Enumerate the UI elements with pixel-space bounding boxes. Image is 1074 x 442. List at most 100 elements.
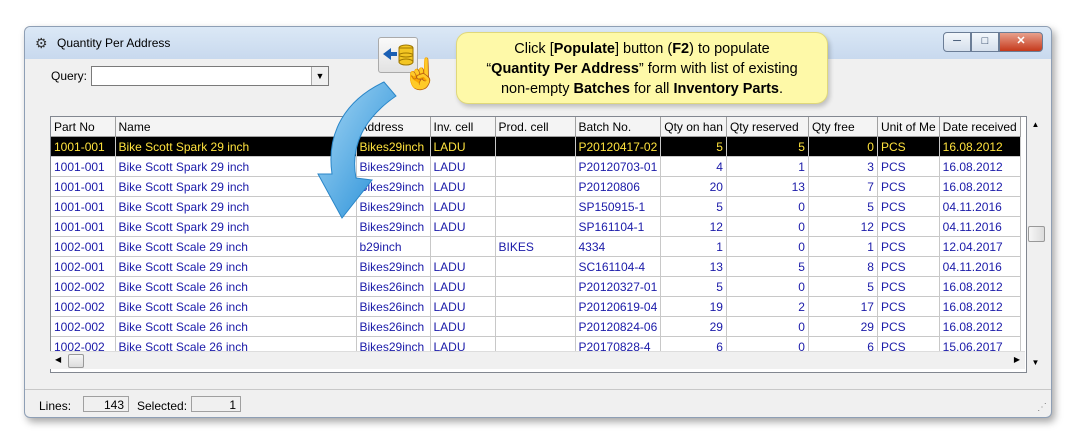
table-cell[interactable]: P20120703-01 <box>575 156 662 177</box>
table-cell[interactable]: Bike Scott Scale 29 inch <box>115 256 357 277</box>
table-cell[interactable]: 04.11.2016 <box>939 256 1021 277</box>
table-cell[interactable]: 29 <box>808 316 878 337</box>
horizontal-scrollbar[interactable]: ◀ ▶ <box>50 351 1025 369</box>
table-row[interactable]: 1002-001 Bike Scott Scale 29 inch Bikes29i… <box>51 256 1021 277</box>
scroll-thumb[interactable] <box>1028 226 1045 242</box>
column-header[interactable]: Unit of Me <box>877 117 940 137</box>
table-cell[interactable]: 16.08.2012 <box>939 296 1021 317</box>
table-cell[interactable]: 04.11.2016 <box>939 216 1021 237</box>
table-row[interactable]: 1002-002 Bike Scott Scale 26 inch Bikes26i… <box>51 316 1021 337</box>
close-button[interactable]: ✕ <box>999 32 1043 52</box>
column-header[interactable]: Inv. cell <box>430 117 496 137</box>
vertical-scrollbar[interactable]: ▲ ▼ <box>1027 116 1045 371</box>
table-cell[interactable]: P20120806 <box>575 176 662 197</box>
table-cell[interactable]: 8 <box>808 256 878 277</box>
table-cell[interactable]: 5 <box>660 196 727 217</box>
table-cell[interactable]: Bikes29inch <box>356 256 431 277</box>
table-cell[interactable]: 0 <box>808 136 878 157</box>
table-cell[interactable] <box>495 216 576 237</box>
table-cell[interactable]: 16.08.2012 <box>939 136 1021 157</box>
table-cell[interactable]: 1002-002 <box>51 276 116 297</box>
table-cell[interactable] <box>430 236 496 257</box>
table-cell[interactable]: 16.08.2012 <box>939 316 1021 337</box>
table-cell[interactable] <box>495 196 576 217</box>
table-cell[interactable] <box>495 176 576 197</box>
table-cell[interactable]: 1001-001 <box>51 176 116 197</box>
table-cell[interactable]: 0 <box>726 316 809 337</box>
table-row[interactable]: 1001-001 Bike Scott Spark 29 inch Bikes29i… <box>51 156 1021 177</box>
table-cell[interactable]: 29 <box>660 316 727 337</box>
table-cell[interactable]: LADU <box>430 216 496 237</box>
table-cell[interactable]: 1001-001 <box>51 196 116 217</box>
table-cell[interactable]: BIKES <box>495 236 576 257</box>
table-cell[interactable]: 16.08.2012 <box>939 176 1021 197</box>
table-cell[interactable]: PCS <box>877 236 940 257</box>
minimize-button[interactable]: ─ <box>943 32 971 52</box>
table-cell[interactable]: 5 <box>726 256 809 277</box>
table-cell[interactable]: 1002-001 <box>51 236 116 257</box>
table-cell[interactable]: 0 <box>726 196 809 217</box>
table-cell[interactable] <box>495 156 576 177</box>
table-cell[interactable]: PCS <box>877 276 940 297</box>
table-cell[interactable]: 16.08.2012 <box>939 156 1021 177</box>
table-cell[interactable]: P20120824-06 <box>575 316 662 337</box>
table-cell[interactable]: Bikes26inch <box>356 296 431 317</box>
table-row[interactable]: 1001-001 Bike Scott Spark 29 inch Bikes29i… <box>51 176 1021 197</box>
table-cell[interactable]: 5 <box>726 136 809 157</box>
table-cell[interactable]: PCS <box>877 216 940 237</box>
table-cell[interactable]: 19 <box>660 296 727 317</box>
table-cell[interactable]: 12 <box>808 216 878 237</box>
table-cell[interactable]: 2 <box>726 296 809 317</box>
column-header[interactable]: Qty free <box>808 117 878 137</box>
column-header[interactable]: Part No <box>51 117 116 137</box>
column-header[interactable]: Qty on han <box>660 117 727 137</box>
table-cell[interactable]: 13 <box>726 176 809 197</box>
scroll-left-icon[interactable]: ◀ <box>55 355 61 364</box>
table-cell[interactable]: LADU <box>430 136 496 157</box>
table-cell[interactable]: SP161104-1 <box>575 216 662 237</box>
table-cell[interactable]: LADU <box>430 176 496 197</box>
table-cell[interactable]: PCS <box>877 256 940 277</box>
table-cell[interactable] <box>495 136 576 157</box>
table-row[interactable]: 1001-001 Bike Scott Spark 29 inch Bikes29i… <box>51 216 1021 237</box>
table-cell[interactable]: SC161104-4 <box>575 256 662 277</box>
table-cell[interactable]: 7 <box>808 176 878 197</box>
table-cell[interactable]: LADU <box>430 196 496 217</box>
table-cell[interactable]: 1002-001 <box>51 256 116 277</box>
table-cell[interactable]: 1001-001 <box>51 216 116 237</box>
table-cell[interactable]: b29inch <box>356 236 431 257</box>
table-cell[interactable]: Bikes26inch <box>356 276 431 297</box>
table-cell[interactable]: 13 <box>660 256 727 277</box>
table-cell[interactable]: 1001-001 <box>51 156 116 177</box>
table-cell[interactable]: 04.11.2016 <box>939 196 1021 217</box>
table-row[interactable]: 1001-001 Bike Scott Spark 29 inch Bikes29i… <box>51 136 1021 157</box>
table-cell[interactable] <box>495 256 576 277</box>
table-cell[interactable]: 1 <box>808 236 878 257</box>
table-cell[interactable]: 0 <box>726 236 809 257</box>
table-cell[interactable]: PCS <box>877 136 940 157</box>
table-cell[interactable]: Bike Scott Scale 26 inch <box>115 296 357 317</box>
table-row[interactable]: 1002-002 Bike Scott Scale 26 inch Bikes26i… <box>51 296 1021 317</box>
table-cell[interactable]: 5 <box>808 196 878 217</box>
table-cell[interactable]: LADU <box>430 316 496 337</box>
table-cell[interactable]: 5 <box>660 136 727 157</box>
table-cell[interactable]: LADU <box>430 256 496 277</box>
scroll-up-icon[interactable]: ▲ <box>1027 120 1044 129</box>
table-cell[interactable]: P20120619-04 <box>575 296 662 317</box>
table-cell[interactable]: 0 <box>726 276 809 297</box>
table-cell[interactable]: 12 <box>660 216 727 237</box>
table-cell[interactable]: Bike Scott Scale 26 inch <box>115 276 357 297</box>
table-cell[interactable]: 3 <box>808 156 878 177</box>
table-cell[interactable]: LADU <box>430 156 496 177</box>
table-cell[interactable]: PCS <box>877 196 940 217</box>
table-cell[interactable]: P20120417-02 <box>575 136 662 157</box>
table-cell[interactable]: 0 <box>726 216 809 237</box>
table-cell[interactable]: P20120327-01 <box>575 276 662 297</box>
table-row[interactable]: 1002-001 Bike Scott Scale 29 inch b29inch B… <box>51 236 1021 257</box>
table-row[interactable]: 1002-002 Bike Scott Scale 26 inch Bikes26i… <box>51 276 1021 297</box>
table-cell[interactable]: Bike Scott Scale 26 inch <box>115 316 357 337</box>
table-cell[interactable]: LADU <box>430 296 496 317</box>
table-cell[interactable] <box>495 296 576 317</box>
table-cell[interactable]: 16.08.2012 <box>939 276 1021 297</box>
table-cell[interactable]: 4 <box>660 156 727 177</box>
